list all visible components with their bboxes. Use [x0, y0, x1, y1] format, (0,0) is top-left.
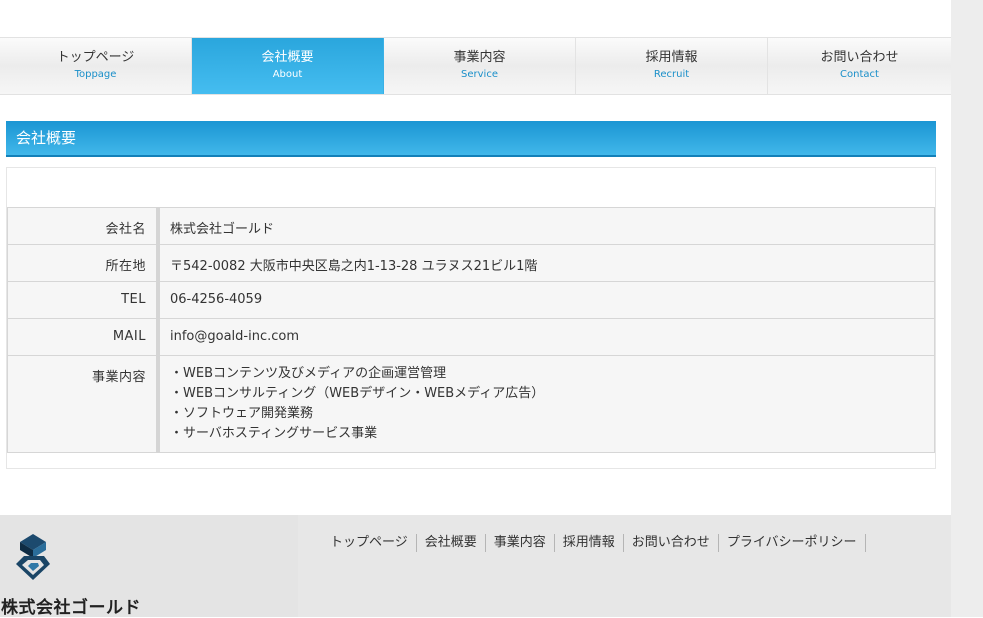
page: トップページ Toppage 会社概要 About 事業内容 Service 採… [0, 0, 951, 618]
service-item: ・ソフトウェア開発業務 [170, 406, 314, 421]
footer-link-toppage[interactable]: トップページ [322, 534, 417, 552]
row-label: MAIL [7, 318, 160, 356]
footer: 株式会社ゴールド トップページ 会社概要 事業内容 採用情報 お問い合わせ プラ… [0, 515, 951, 618]
footer-link-recruit[interactable]: 採用情報 [555, 534, 624, 552]
table-row: 事業内容 ・WEBコンテンツ及びメディアの企画運営管理 ・WEBコンサルティング… [7, 355, 935, 453]
service-item: ・サーバホスティングサービス事業 [170, 426, 378, 441]
nav-item-label: 採用情報 [645, 50, 698, 65]
footer-link-service[interactable]: 事業内容 [486, 534, 555, 552]
service-item: ・WEBコンサルティング（WEBデザイン・WEBメディア広告） [170, 386, 545, 401]
nav-item-sublabel: Contact [840, 69, 879, 80]
main-nav: トップページ Toppage 会社概要 About 事業内容 Service 採… [0, 37, 951, 95]
row-value: 株式会社ゴールド [157, 207, 935, 245]
nav-item-label: 事業内容 [453, 50, 506, 65]
company-logo-icon[interactable] [14, 534, 52, 580]
table-row: 会社名 株式会社ゴールド [7, 207, 935, 245]
nav-item-toppage[interactable]: トップページ Toppage [0, 38, 192, 94]
nav-item-service[interactable]: 事業内容 Service [384, 38, 576, 94]
nav-item-sublabel: Recruit [653, 69, 690, 80]
nav-item-sublabel: Toppage [74, 69, 117, 80]
section-title: 会社概要 [6, 121, 936, 157]
row-value: 06-4256-4059 [157, 281, 935, 319]
nav-item-recruit[interactable]: 採用情報 Recruit [576, 38, 768, 94]
footer-link-contact[interactable]: お問い合わせ [624, 534, 719, 552]
company-logo-text[interactable]: 株式会社ゴールド [1, 593, 141, 618]
services-list: ・WEBコンテンツ及びメディアの企画運営管理 ・WEBコンサルティング（WEBデ… [157, 355, 935, 453]
row-value: 〒542-0082 大阪市中央区島之内1-13-28 ユラヌス21ビル1階 [157, 244, 935, 282]
table-row: MAIL info@goald-inc.com [7, 318, 935, 356]
table-row: TEL 06-4256-4059 [7, 281, 935, 319]
nav-item-label: 会社概要 [261, 50, 314, 65]
row-label: 事業内容 [7, 355, 160, 453]
nav-item-about[interactable]: 会社概要 About [192, 38, 384, 94]
nav-item-label: トップページ [56, 50, 135, 65]
nav-item-contact[interactable]: お問い合わせ Contact [768, 38, 951, 94]
footer-logo-area: 株式会社ゴールド [0, 515, 298, 618]
nav-item-label: お問い合わせ [820, 50, 899, 65]
row-label: 所在地 [7, 244, 160, 282]
nav-item-sublabel: Service [461, 69, 498, 80]
row-label: 会社名 [7, 207, 160, 245]
service-item: ・WEBコンテンツ及びメディアの企画運営管理 [170, 366, 447, 381]
row-label: TEL [7, 281, 160, 319]
table-row: 所在地 〒542-0082 大阪市中央区島之内1-13-28 ユラヌス21ビル1… [7, 244, 935, 282]
row-value: info@goald-inc.com [157, 318, 935, 356]
nav-item-sublabel: About [272, 69, 303, 80]
footer-link-about[interactable]: 会社概要 [417, 534, 486, 552]
footer-link-privacy[interactable]: プライバシーポリシー [719, 534, 866, 552]
company-info-table: 会社名 株式会社ゴールド 所在地 〒542-0082 大阪市中央区島之内1-13… [7, 207, 935, 453]
footer-links: トップページ 会社概要 事業内容 採用情報 お問い合わせ プライバシーポリシー [322, 534, 866, 552]
scrollbar-track[interactable] [951, 0, 983, 617]
